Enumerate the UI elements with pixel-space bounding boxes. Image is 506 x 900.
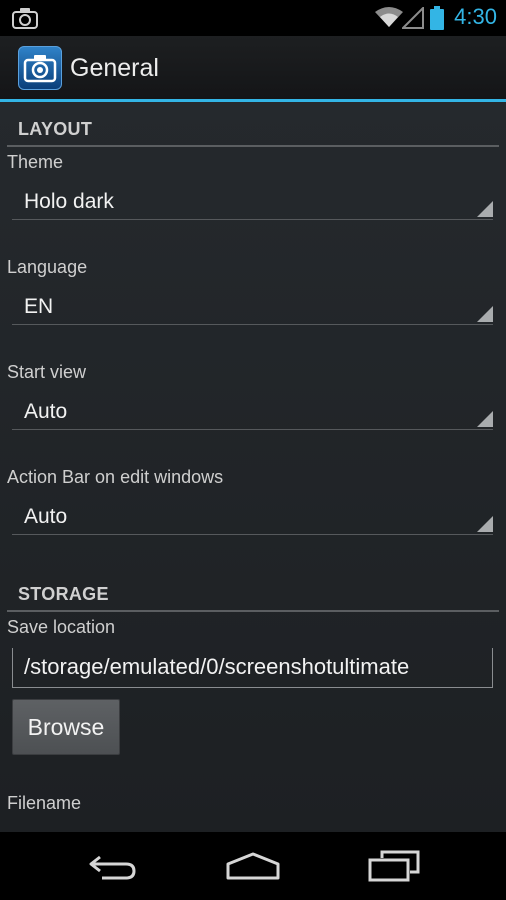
clock: 4:30 [454,4,497,29]
theme-spinner[interactable]: Holo dark [12,184,493,220]
camera-app-icon[interactable] [18,46,62,90]
section-header-label: LAYOUT [18,119,93,139]
section-header-layout: LAYOUT [7,107,499,147]
wifi-icon [374,6,404,33]
page-title: General [70,54,159,82]
recent-apps-icon[interactable] [368,850,420,882]
home-icon[interactable] [226,852,280,880]
dropdown-triangle-icon [477,411,493,427]
dropdown-triangle-icon [477,306,493,322]
dropdown-triangle-icon [477,201,493,217]
theme-value: Holo dark [24,190,114,213]
action-bar-edit-value: Auto [24,505,68,528]
action-bar-edit-spinner[interactable]: Auto [12,499,493,535]
camera-icon [12,7,38,34]
language-spinner[interactable]: EN [12,289,493,325]
filename-label: Filename [7,793,82,813]
preferences-list[interactable]: LAYOUT Theme Holo dark Language EN Start… [0,102,506,832]
save-location-label: Save location [7,617,116,637]
browse-button[interactable]: Browse [12,699,120,755]
start-view-spinner[interactable]: Auto [12,394,493,430]
back-icon[interactable] [88,854,138,880]
navigation-bar [0,832,506,900]
section-header-label: STORAGE [18,584,109,604]
action-bar: General [0,36,506,102]
save-location-field[interactable]: /storage/emulated/0/screenshotultimate [12,648,493,688]
start-view-label: Start view [7,362,87,382]
status-bar: 4:30 [0,0,506,36]
language-label: Language [7,257,88,277]
language-value: EN [24,295,54,318]
battery-icon [430,6,444,35]
action-bar-edit-label: Action Bar on edit windows [7,467,224,487]
dropdown-triangle-icon [477,516,493,532]
save-location-value: /storage/emulated/0/screenshotultimate [24,654,410,679]
start-view-value: Auto [24,400,68,423]
section-header-storage: STORAGE [7,572,499,612]
theme-label: Theme [7,152,64,172]
signal-icon [400,5,424,34]
